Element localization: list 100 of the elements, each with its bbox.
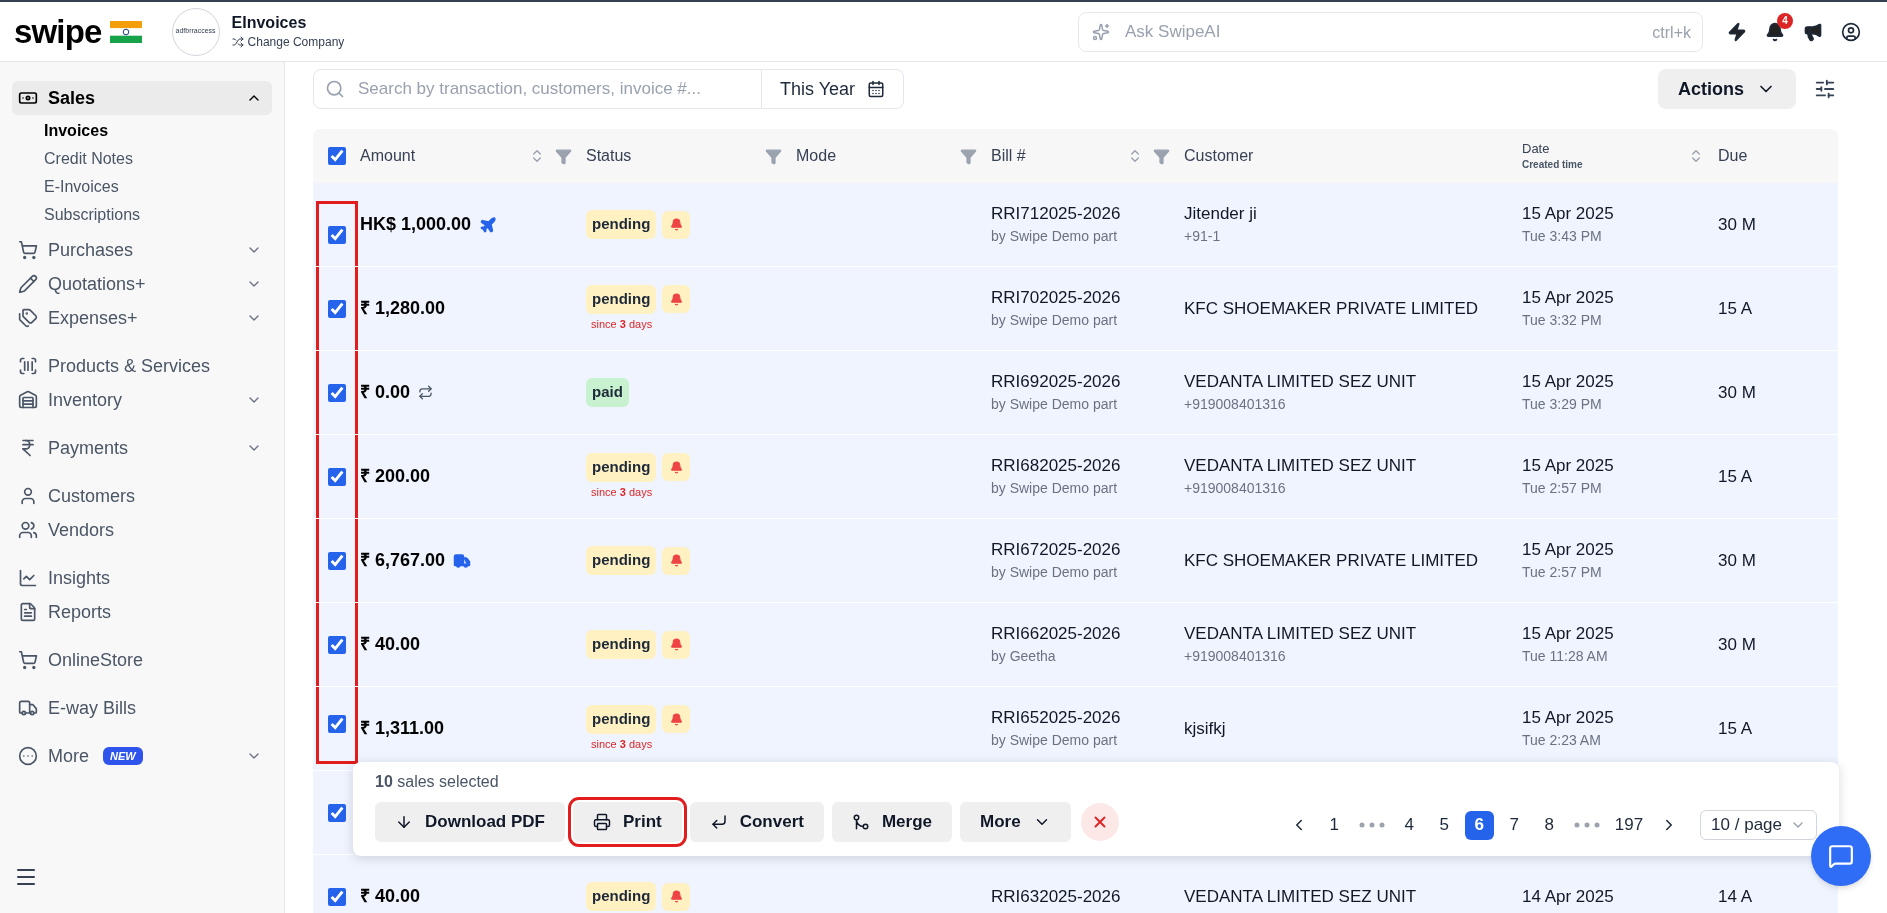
amount-text: ₹ 1,280.00	[360, 297, 446, 320]
bill-number: RRI692025-2026	[991, 371, 1122, 393]
amount-text: ₹ 1,311.00	[360, 717, 445, 740]
checkbox[interactable]	[327, 383, 346, 402]
submenu-item[interactable]: Invoices	[44, 117, 272, 145]
page-button[interactable]: 6	[1464, 810, 1494, 840]
sidebar-item[interactable]: Products & Services	[12, 349, 272, 383]
sidebar-item[interactable]: Inventory	[12, 383, 272, 417]
sidebar-item[interactable]: Expenses+	[12, 301, 272, 335]
change-company-link[interactable]: Change Company	[231, 32, 345, 51]
page-size-select[interactable]: 10 / page	[1700, 810, 1817, 840]
page-button[interactable]: 7	[1499, 810, 1529, 840]
lightning-icon[interactable]	[1727, 21, 1747, 42]
shortcut-hint: ctrl+k	[1652, 22, 1691, 43]
column-subheader: Created time	[1522, 157, 1583, 172]
megaphone-icon[interactable]	[1803, 21, 1823, 42]
invoice-date: 14 Apr 2025	[1522, 885, 1615, 908]
reminder-button[interactable]	[662, 210, 691, 239]
search-icon	[325, 79, 345, 99]
page-button[interactable]: 1	[1319, 810, 1349, 840]
checkbox[interactable]	[327, 147, 346, 165]
sidebar-item[interactable]: Reports	[12, 595, 272, 629]
submenu-item[interactable]: Credit Notes	[44, 145, 272, 173]
status-badge: pending	[586, 546, 657, 575]
settings-icon[interactable]	[1814, 78, 1836, 100]
sidebar-item[interactable]: Customers	[12, 479, 272, 513]
actions-button[interactable]: Actions	[1658, 69, 1796, 109]
cart-icon	[18, 650, 38, 670]
due-date: 30 M	[1718, 633, 1756, 656]
status-badge: pending	[586, 705, 657, 734]
invoice-time: Tue 3:29 PM	[1522, 395, 1603, 414]
checkbox[interactable]	[327, 887, 346, 906]
sidebar-item[interactable]: More NEW	[12, 739, 272, 773]
checkbox[interactable]	[327, 226, 346, 244]
cart-icon	[18, 240, 38, 260]
reminder-button[interactable]	[662, 285, 691, 314]
reminder-button[interactable]	[662, 882, 691, 911]
customer-name: VEDANTA LIMITED SEZ UNIT	[1184, 885, 1418, 908]
checkbox[interactable]	[327, 803, 346, 822]
amount-text: ₹ 0.00	[360, 381, 411, 404]
checkbox[interactable]	[327, 715, 346, 733]
invoice-time: Tue 3:43 PM	[1522, 227, 1603, 246]
sidebar-item[interactable]: E-way Bills	[12, 691, 272, 725]
search-field[interactable]: Search by transaction, customers, invoice #...	[313, 69, 762, 109]
reminder-button[interactable]	[662, 453, 691, 482]
action-button[interactable]: Convert	[689, 802, 824, 842]
action-button[interactable]: Download PDF	[375, 802, 565, 842]
checkbox[interactable]	[327, 635, 346, 654]
customer-name: VEDANTA LIMITED SEZ UNIT	[1184, 623, 1418, 645]
action-button[interactable]: More	[960, 802, 1071, 842]
overdue-note: since 3 days	[590, 736, 654, 752]
reminder-button[interactable]	[662, 630, 691, 659]
notification-badge: 4	[1777, 12, 1793, 29]
checkbox[interactable]	[327, 551, 346, 570]
page-button[interactable]: 5	[1429, 810, 1459, 840]
submenu-item[interactable]: E-Invoices	[44, 173, 272, 201]
sparkle-icon	[1092, 22, 1110, 41]
page-button[interactable]: 197	[1609, 810, 1649, 840]
due-date: 15 A	[1718, 465, 1753, 488]
sidebar-item[interactable]: OnlineStore	[12, 643, 272, 677]
invoice-date: 15 Apr 2025	[1522, 287, 1615, 309]
date-range-button[interactable]: This Year	[762, 69, 905, 109]
reminder-button[interactable]	[662, 705, 691, 734]
bell-icon	[669, 890, 683, 903]
tags-icon	[18, 308, 38, 328]
invoice-date: 15 Apr 2025	[1522, 203, 1615, 225]
ellipsis-icon	[18, 746, 38, 766]
sidebar-item[interactable]: Quotations+	[12, 267, 272, 301]
page-button[interactable]: 8	[1534, 810, 1564, 840]
overdue-note: since 3 days	[590, 316, 654, 332]
checkbox[interactable]	[327, 467, 346, 486]
due-date: 15 A	[1718, 717, 1753, 740]
sidebar-item[interactable]: Purchases	[12, 233, 272, 267]
reminder-button[interactable]	[662, 546, 691, 575]
column-header: Mode	[796, 148, 837, 164]
page-button[interactable]: 4	[1394, 810, 1424, 840]
submenu-item[interactable]: Subscriptions	[44, 201, 272, 229]
company-name: EInvoices	[231, 12, 308, 33]
profile-icon[interactable]	[1841, 21, 1861, 42]
sidebar-item[interactable]: Sales	[12, 81, 272, 115]
amount-text: ₹ 40.00	[360, 885, 421, 908]
created-by-text: by Swipe Demo part	[991, 563, 1119, 582]
sidebar-item[interactable]: Vendors	[12, 513, 272, 547]
sidebar-item[interactable]: Payments	[12, 431, 272, 465]
chat-button[interactable]	[1811, 826, 1871, 886]
created-by-text: by Swipe Demo part	[991, 395, 1119, 414]
created-by-text: by Swipe Demo part	[991, 731, 1119, 750]
action-button[interactable]: Merge	[831, 802, 952, 842]
users-icon	[18, 520, 38, 540]
amount-text: HK$ 1,000.00	[360, 213, 472, 236]
status-badge: pending	[586, 285, 657, 314]
sidebar-item[interactable]: Insights	[12, 561, 272, 595]
customer-phone: +919008401316	[1184, 395, 1287, 414]
checkbox[interactable]	[327, 299, 346, 318]
return-arrow-icon	[709, 813, 728, 831]
amount-text: ₹ 200.00	[360, 465, 431, 488]
clear-selection-button[interactable]	[1080, 803, 1119, 841]
chart-icon	[18, 568, 38, 588]
bill-number: RRI682025-2026	[991, 455, 1122, 477]
ellipsis-icon	[1573, 822, 1600, 828]
